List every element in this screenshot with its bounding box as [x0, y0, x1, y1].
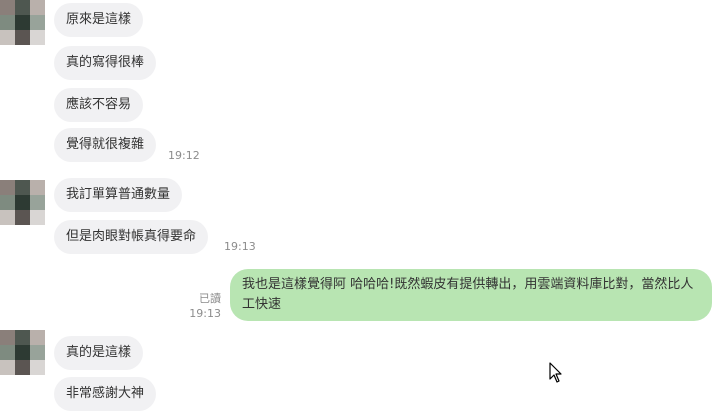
message-timestamp: 19:13	[224, 240, 256, 253]
avatar-pixel	[15, 30, 30, 45]
avatar-pixel	[30, 15, 45, 30]
avatar-pixel	[30, 210, 45, 225]
avatar-pixel	[15, 330, 30, 345]
avatar-pixel	[0, 360, 15, 375]
avatar-pixel	[15, 345, 30, 360]
incoming-message[interactable]: 我訂單算普通數量	[54, 178, 183, 212]
avatar[interactable]	[0, 180, 45, 225]
avatar-pixel	[30, 195, 45, 210]
avatar-pixel	[15, 195, 30, 210]
incoming-message[interactable]: 覺得就很複雜	[54, 128, 157, 162]
avatar-pixel	[0, 180, 15, 195]
avatar[interactable]	[0, 0, 45, 45]
avatar-pixel	[30, 0, 45, 15]
avatar-pixel	[15, 0, 30, 15]
avatar-pixel	[30, 345, 45, 360]
avatar-pixel	[0, 30, 15, 45]
incoming-message[interactable]: 真的是這樣	[54, 336, 144, 370]
incoming-message[interactable]: 真的寫得很棒	[54, 46, 157, 80]
avatar-pixel	[30, 330, 45, 345]
avatar-pixel	[30, 180, 45, 195]
avatar-pixel	[30, 360, 45, 375]
incoming-message[interactable]: 但是肉眼對帳真得要命	[54, 220, 209, 254]
outgoing-message[interactable]: 我也是這樣覺得阿 哈哈哈!既然蝦皮有提供轉出，用雲端資料庫比對，當然比人工快速	[230, 269, 712, 321]
avatar-pixel	[0, 210, 15, 225]
message-timestamp: 19:13	[189, 307, 221, 320]
message-timestamp: 19:12	[168, 149, 200, 162]
incoming-message[interactable]: 原來是這樣	[54, 3, 144, 37]
avatar-pixel	[15, 180, 30, 195]
incoming-message[interactable]: 非常感謝大神	[54, 377, 157, 411]
read-receipt: 已讀 19:13	[189, 291, 221, 321]
avatar-pixel	[30, 30, 45, 45]
avatar-pixel	[0, 0, 15, 15]
mouse-pointer-icon	[549, 362, 563, 384]
read-label: 已讀	[199, 292, 221, 305]
avatar-pixel	[0, 330, 15, 345]
avatar-pixel	[0, 15, 15, 30]
avatar-pixel	[15, 210, 30, 225]
avatar-pixel	[0, 345, 15, 360]
avatar[interactable]	[0, 330, 45, 375]
avatar-pixel	[15, 360, 30, 375]
avatar-pixel	[15, 15, 30, 30]
avatar-pixel	[0, 195, 15, 210]
incoming-message[interactable]: 應該不容易	[54, 88, 144, 122]
